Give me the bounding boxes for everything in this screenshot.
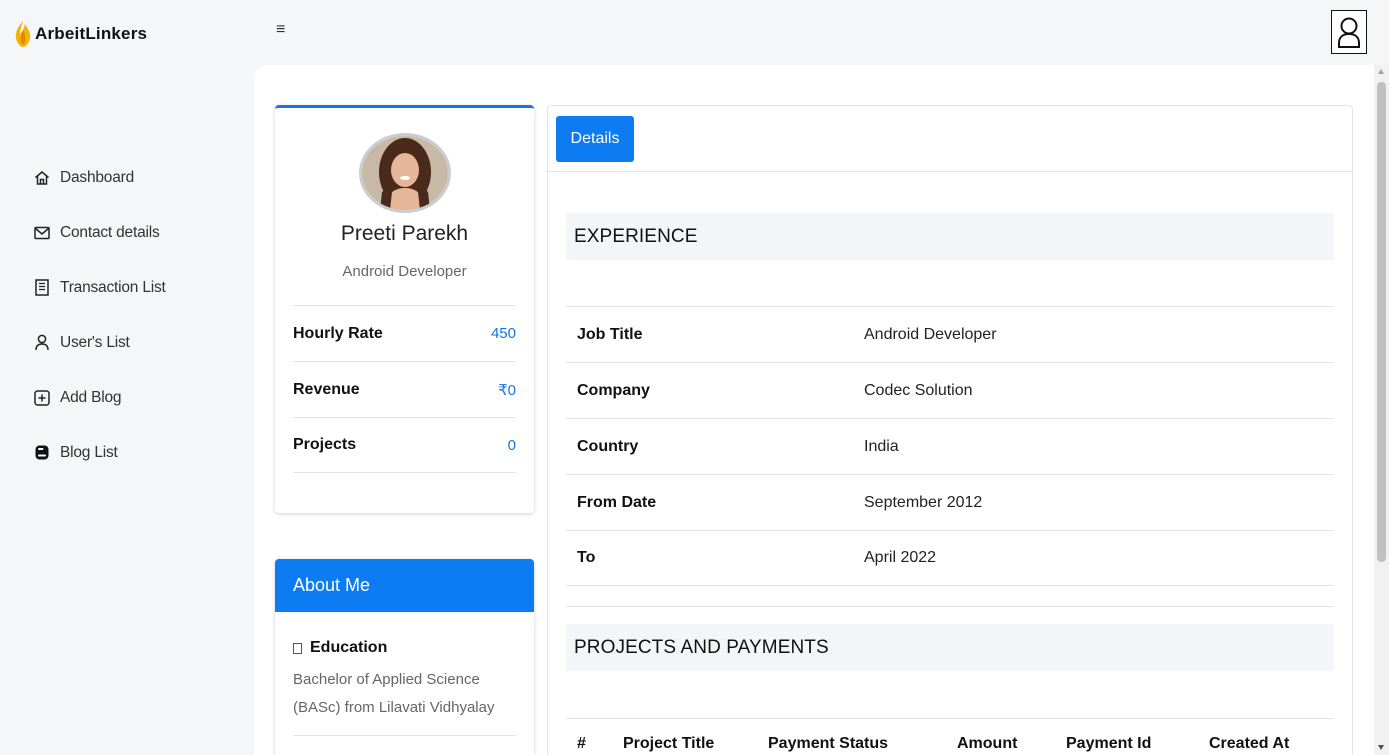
experience-row-country: Country India [566,418,1334,474]
row-value: Codec Solution [864,381,973,399]
row-key: To [577,549,596,566]
sidebar-item-dashboard[interactable]: Dashboard [0,150,250,205]
divider [293,735,516,736]
stat-value: 450 [490,325,516,342]
sidebar: Dashboard Contact details Transaction Li… [0,150,250,480]
tab-details[interactable]: Details [556,116,634,162]
stat-row-projects: Projects 0 [293,417,516,473]
avatar [359,133,451,213]
stat-label: Hourly Rate [293,324,383,342]
app-logo[interactable]: ArbeitLinkers [14,20,147,48]
stat-row-revenue: Revenue ₹0 [293,361,516,417]
experience-heading: EXPERIENCE [566,213,1334,260]
experience-row-from-date: From Date September 2012 [566,474,1334,530]
projects-table-header: # Project Title Payment Status Amount Pa… [566,718,1334,755]
page-scrollbar[interactable] [1374,65,1389,755]
about-me-card: About Me Education Bachelor of Applied S… [275,559,534,755]
row-value: India [864,437,899,455]
column-header-payment-id: Payment Id [1066,735,1152,752]
row-value: April 2022 [864,549,937,566]
education-label: Education [310,639,388,656]
education-heading: Education [293,639,387,657]
home-icon [33,169,51,187]
row-key: Job Title [577,325,643,343]
user-icon [33,334,51,352]
about-me-header: About Me [275,559,534,612]
scroll-down-arrow-icon[interactable] [1378,745,1384,750]
sidebar-item-label: User's List [60,333,130,351]
envelope-icon [33,224,51,242]
column-header-index: # [577,735,586,752]
sidebar-item-transaction-list[interactable]: Transaction List [0,260,250,315]
profile-card: Preeti Parekh Android Developer Hourly R… [275,105,534,513]
user-menu-button[interactable] [1331,10,1367,54]
sidebar-item-blog-list[interactable]: Blog List [0,425,250,480]
flame-logo-icon [15,21,31,47]
plus-square-icon [33,389,51,407]
stat-label: Revenue [293,380,360,398]
row-key: Country [577,437,639,455]
row-key: Company [577,381,650,399]
profile-name: Preeti Parekh [340,222,469,245]
details-card: Details EXPERIENCE Job Title Android Dev… [547,105,1353,755]
experience-row-to: To April 2022 [566,530,1334,586]
document-icon [33,279,51,297]
avatar-image [362,136,448,210]
graduation-cap-icon [293,642,302,654]
column-header-created-at: Created At [1209,735,1290,752]
scrollbar-thumb[interactable] [1377,82,1386,562]
stat-value: 0 [507,436,516,454]
sidebar-item-contact-details[interactable]: Contact details [0,205,250,260]
top-bar: ArbeitLinkers ≡ [0,0,1389,65]
row-value: Android Developer [864,325,997,343]
sidebar-item-label: Transaction List [60,278,166,296]
blogger-icon [33,444,51,462]
stat-label: Projects [293,436,357,453]
row-key: From Date [577,493,657,511]
column-header-payment-status: Payment Status [768,735,889,752]
sidebar-item-label: Contact details [60,223,160,241]
sidebar-item-add-blog[interactable]: Add Blog [0,370,250,425]
experience-row-job-title: Job Title Android Developer [566,306,1334,362]
column-header-amount: Amount [957,735,1018,752]
sidebar-item-label: Add Blog [60,388,122,406]
hamburger-icon[interactable]: ≡ [276,22,285,38]
sidebar-item-label: Blog List [60,443,118,461]
row-value: September 2012 [864,493,983,511]
app-name: ArbeitLinkers [35,24,148,43]
details-tabs: Details [548,106,1352,172]
stat-row-hourly-rate: Hourly Rate 450 [293,305,516,361]
scroll-up-arrow-icon[interactable] [1378,69,1384,74]
experience-row-company: Company Codec Solution [566,362,1334,418]
divider [566,606,1334,607]
stat-value: ₹0 [498,381,516,399]
profile-role: Android Developer [342,263,467,280]
sidebar-item-label: Dashboard [60,168,135,186]
user-icon [1338,17,1360,48]
sidebar-item-users-list[interactable]: User's List [0,315,250,370]
education-text: Bachelor of Applied Science (BASc) from … [293,671,495,716]
projects-payments-heading: PROJECTS AND PAYMENTS [566,624,1334,671]
column-header-project-title: Project Title [623,735,715,752]
